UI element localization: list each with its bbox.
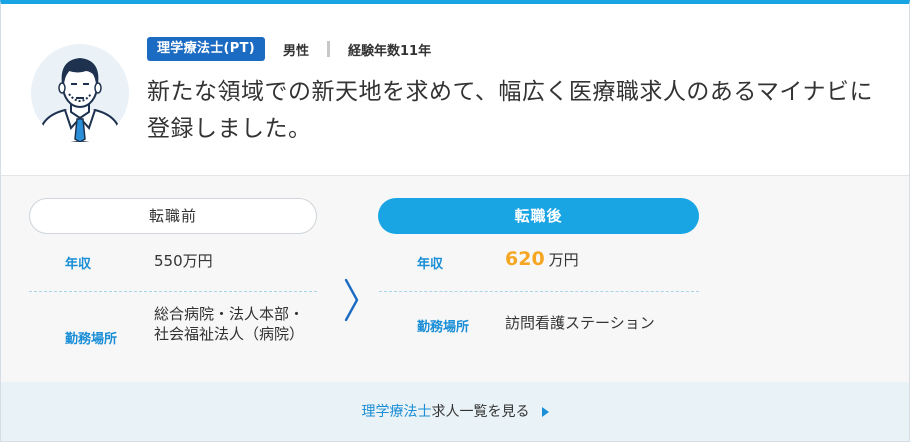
job-list-link-text[interactable]: 求人一覧を見る xyxy=(432,383,530,441)
job-list-footer: 理学療法士 求人一覧を見る xyxy=(1,382,909,441)
qualification-badge: 理学療法士(PT) xyxy=(147,37,265,61)
profile-tags: 理学療法士(PT) 男性 経験年数11年 xyxy=(147,37,431,61)
avatar xyxy=(31,44,129,142)
tag-separator xyxy=(327,41,330,57)
before-workplace-value: 総合病院・法人本部・社会福祉法人（病院） xyxy=(154,305,305,343)
job-list-link[interactable]: 理学療法士 求人一覧を見る xyxy=(362,383,549,441)
testimonial-headline: 新たな領域での新天地を求めて、幅広く医療職求人のあるマイナビに登録しました。 xyxy=(147,79,873,142)
after-salary-label: 年収 xyxy=(417,257,444,272)
triangle-right-icon xyxy=(541,407,549,417)
after-divider xyxy=(379,291,699,292)
before-header: 転職前 xyxy=(29,198,317,234)
after-workplace-label: 勤務場所 xyxy=(417,320,470,335)
before-divider xyxy=(29,291,317,292)
after-header: 転職後 xyxy=(378,198,699,234)
testimonial-card: 理学療法士(PT) 男性 経験年数11年 新たな領域での新天地を求めて、幅広く医… xyxy=(0,0,910,442)
before-salary-value: 550万円 xyxy=(154,252,213,270)
after-salary-amount: 620 xyxy=(505,248,545,270)
chevron-right-icon xyxy=(344,278,359,322)
after-workplace-value: 訪問看護ステーション xyxy=(505,314,655,332)
before-salary-label: 年収 xyxy=(65,257,92,272)
after-salary-value: 620 万円 xyxy=(505,249,579,270)
after-salary-unit: 万円 xyxy=(548,251,579,269)
experience-label: 経験年数11年 xyxy=(348,43,432,59)
before-workplace-label: 勤務場所 xyxy=(65,332,118,347)
profile-header: 理学療法士(PT) 男性 経験年数11年 新たな領域での新天地を求めて、幅広く医… xyxy=(1,4,909,175)
gender-label: 男性 xyxy=(282,43,309,59)
male-avatar-icon xyxy=(37,58,123,142)
job-type-link-text[interactable]: 理学療法士 xyxy=(362,383,432,441)
career-comparison: 転職前 年収 550万円 勤務場所 総合病院・法人本部・社会福祉法人（病院） 転… xyxy=(1,175,909,382)
